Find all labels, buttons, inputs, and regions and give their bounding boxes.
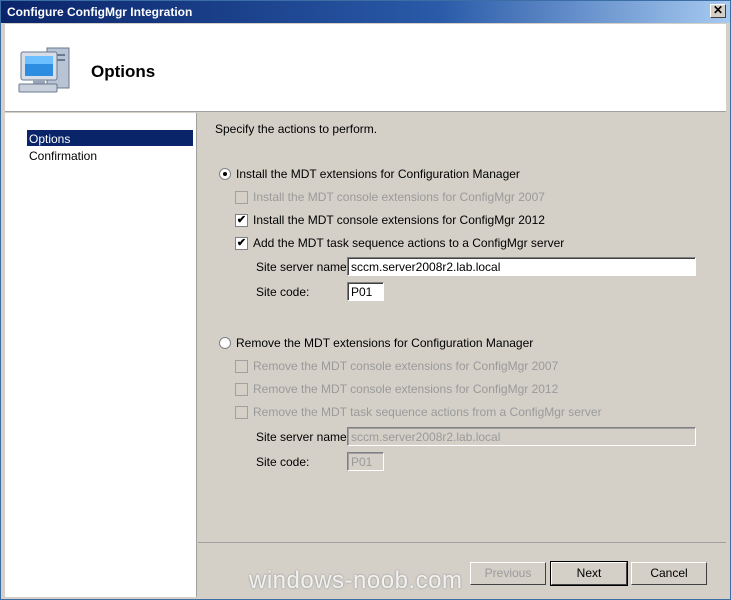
sidebar-item-options[interactable]: Options xyxy=(27,130,193,146)
remove-site-server-label: Site server name: xyxy=(256,430,351,444)
site-code-input[interactable]: P01 xyxy=(347,282,384,301)
remove-2007-label: Remove the MDT console extensions for Co… xyxy=(253,359,559,373)
checkmark-icon: ✔ xyxy=(236,237,247,249)
install-2012-label: Install the MDT console extensions for C… xyxy=(253,213,545,227)
computer-icon xyxy=(18,47,70,93)
dialog-window: Configure ConfigMgr Integration ✕ Option… xyxy=(0,0,731,600)
site-server-input[interactable]: sccm.server2008r2.lab.local xyxy=(347,257,696,276)
install-radio[interactable] xyxy=(219,168,231,180)
window-title: Configure ConfigMgr Integration xyxy=(7,5,193,19)
previous-button[interactable]: Previous xyxy=(470,562,546,585)
add-ts-actions-label: Add the MDT task sequence actions to a C… xyxy=(253,236,565,250)
remove-ts-actions-label: Remove the MDT task sequence actions fro… xyxy=(253,405,602,419)
cancel-button[interactable]: Cancel xyxy=(631,562,707,585)
remove-radio-label[interactable]: Remove the MDT extensions for Configurat… xyxy=(236,336,533,350)
close-icon: ✕ xyxy=(712,3,724,17)
install-radio-label[interactable]: Install the MDT extensions for Configura… xyxy=(236,167,520,181)
remove-site-server-input[interactable]: sccm.server2008r2.lab.local xyxy=(347,427,696,446)
remove-radio[interactable] xyxy=(219,337,231,349)
remove-2012-label: Remove the MDT console extensions for Co… xyxy=(253,382,559,396)
site-code-label: Site code: xyxy=(256,285,310,299)
title-bar[interactable]: Configure ConfigMgr Integration ✕ xyxy=(1,1,730,23)
add-ts-actions-checkbox[interactable]: ✔ xyxy=(235,237,248,250)
sidebar-item-confirmation[interactable]: Confirmation xyxy=(27,147,193,163)
options-panel: Specify the actions to perform. Install … xyxy=(198,113,726,541)
watermark-text: windows-noob.com xyxy=(249,567,463,594)
site-server-label: Site server name: xyxy=(256,260,351,274)
header-banner: Options xyxy=(5,24,726,112)
remove-site-code-label: Site code: xyxy=(256,455,310,469)
remove-ts-actions-checkbox[interactable] xyxy=(235,406,248,419)
sidebar: Options Confirmation xyxy=(5,113,197,597)
close-button[interactable]: ✕ xyxy=(710,4,726,18)
remove-site-code-input[interactable]: P01 xyxy=(347,452,384,471)
next-button[interactable]: Next xyxy=(550,561,628,586)
remove-2007-checkbox[interactable] xyxy=(235,360,248,373)
checkmark-icon: ✔ xyxy=(236,214,247,226)
page-title: Options xyxy=(91,62,156,81)
install-2007-label: Install the MDT console extensions for C… xyxy=(253,190,545,204)
install-2007-checkbox[interactable] xyxy=(235,191,248,204)
instruction-text: Specify the actions to perform. xyxy=(215,122,378,136)
install-2012-checkbox[interactable]: ✔ xyxy=(235,214,248,227)
remove-2012-checkbox[interactable] xyxy=(235,383,248,396)
